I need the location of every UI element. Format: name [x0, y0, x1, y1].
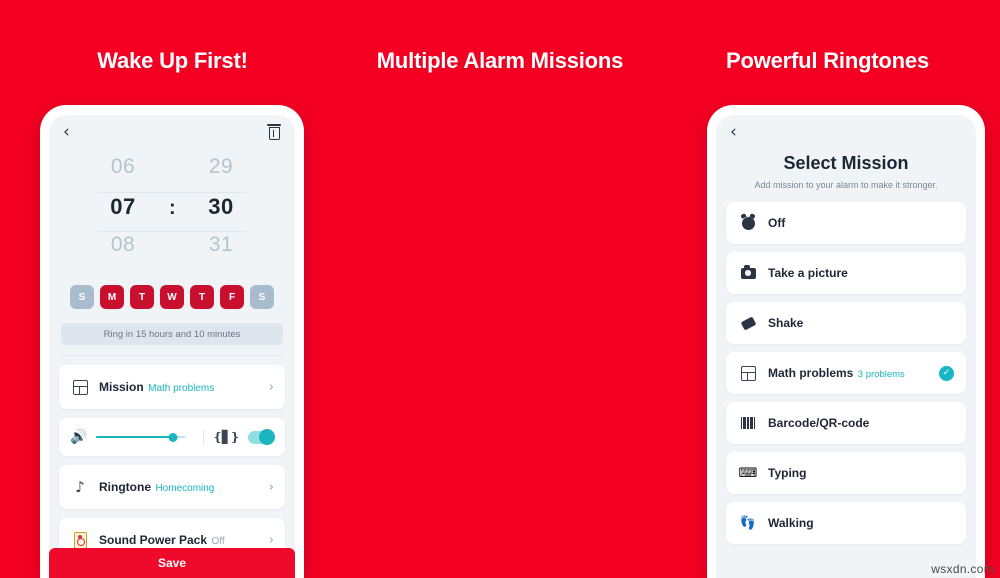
time-row-selected[interactable]: 07 : 30 [49, 194, 295, 230]
time-row-previous[interactable]: 06 29 [49, 155, 295, 191]
volume-slider[interactable] [96, 432, 186, 442]
phone-mockup-1: ‹ 06 29 07 : 30 08 31 S M T W T F S Ring… [40, 105, 304, 578]
sound-power-pack-title: Sound Power Pack [99, 533, 208, 547]
mission-row[interactable]: Mission Math problems › [59, 365, 285, 409]
chevron-left-icon[interactable]: ‹ [63, 123, 70, 141]
day-chip-wed[interactable]: W [160, 285, 184, 309]
vertical-divider [202, 429, 204, 445]
mission-row-subtitle: Math problems [148, 383, 215, 394]
grid-icon [70, 379, 90, 395]
time-divider-bottom [98, 231, 246, 232]
trash-icon[interactable] [267, 124, 281, 140]
sound-power-pack-subtitle: Off [211, 536, 225, 547]
volume-icon: 🔊 [70, 429, 88, 445]
watermark: wsxdn.com [931, 562, 994, 576]
chevron-right-icon: › [268, 379, 274, 395]
speaker-icon [70, 531, 90, 549]
chevron-right-icon: › [268, 479, 274, 495]
day-chip-fri[interactable]: F [220, 285, 244, 309]
phone1-topbar: ‹ [49, 115, 295, 149]
vibration-toggle[interactable] [248, 429, 275, 445]
day-chip-sun[interactable]: S [70, 285, 94, 309]
panel-wake-up-first: Wake Up First! ‹ 06 29 07: 30 08 31 S M… [0, 0, 345, 578]
minute-previous: 29 [208, 155, 234, 178]
hour-selected: 07 [110, 194, 136, 219]
chevron-right-icon: › [268, 532, 274, 548]
ringtone-row-subtitle: Homecoming [155, 483, 215, 494]
minute-selected: 30 [208, 194, 234, 219]
panel-headline-2: Multiple Alarm Missions [376, 48, 624, 73]
volume-row[interactable]: 🔊 ❴▋❵ [59, 418, 285, 456]
day-chip-mon[interactable]: M [100, 285, 124, 309]
time-divider-top [98, 192, 246, 193]
panel-powerful-ringtones: Powerful Ringtones Sound Power Pack Prev… [655, 0, 1000, 578]
day-chip-thu[interactable]: T [190, 285, 214, 309]
volume-slider-knob[interactable] [168, 432, 178, 442]
save-button[interactable]: Save [49, 548, 295, 578]
hour-previous: 06 [110, 155, 136, 178]
minute-next: 31 [208, 233, 234, 256]
music-note-icon: ♪ [75, 477, 85, 496]
day-chip-sat[interactable]: S [250, 285, 274, 309]
day-chip-tue[interactable]: T [130, 285, 154, 309]
panel-headline-3: Powerful Ringtones [726, 48, 929, 73]
ringtone-row[interactable]: ♪ Ringtone Homecoming › [59, 465, 285, 509]
ringtone-row-title: Ringtone [99, 480, 151, 494]
vibration-icon: ❴▋❵ [212, 430, 240, 444]
ring-in-banner: Ring in 15 hours and 10 minutes [61, 323, 283, 345]
hour-next: 08 [110, 233, 136, 256]
mission-row-title: Mission [99, 380, 144, 394]
phone1-screen: ‹ 06 29 07 : 30 08 31 S M T W T F S Ring… [49, 115, 295, 578]
panel-headline-1: Wake Up First! [97, 48, 248, 73]
time-row-next[interactable]: 08 31 [49, 233, 295, 269]
panel-multiple-alarm-missions: Multiple Alarm Missions ‹ Select Mission… [345, 0, 985, 578]
section-divider [61, 355, 283, 356]
screenshot-stage: Wake Up First! ‹ 06 29 07: 30 08 31 S M… [0, 0, 1000, 578]
time-separator: : [169, 197, 176, 219]
time-picker[interactable]: 06 29 07 : 30 08 31 [49, 149, 295, 273]
weekday-selector[interactable]: S M T W T F S [49, 285, 295, 309]
